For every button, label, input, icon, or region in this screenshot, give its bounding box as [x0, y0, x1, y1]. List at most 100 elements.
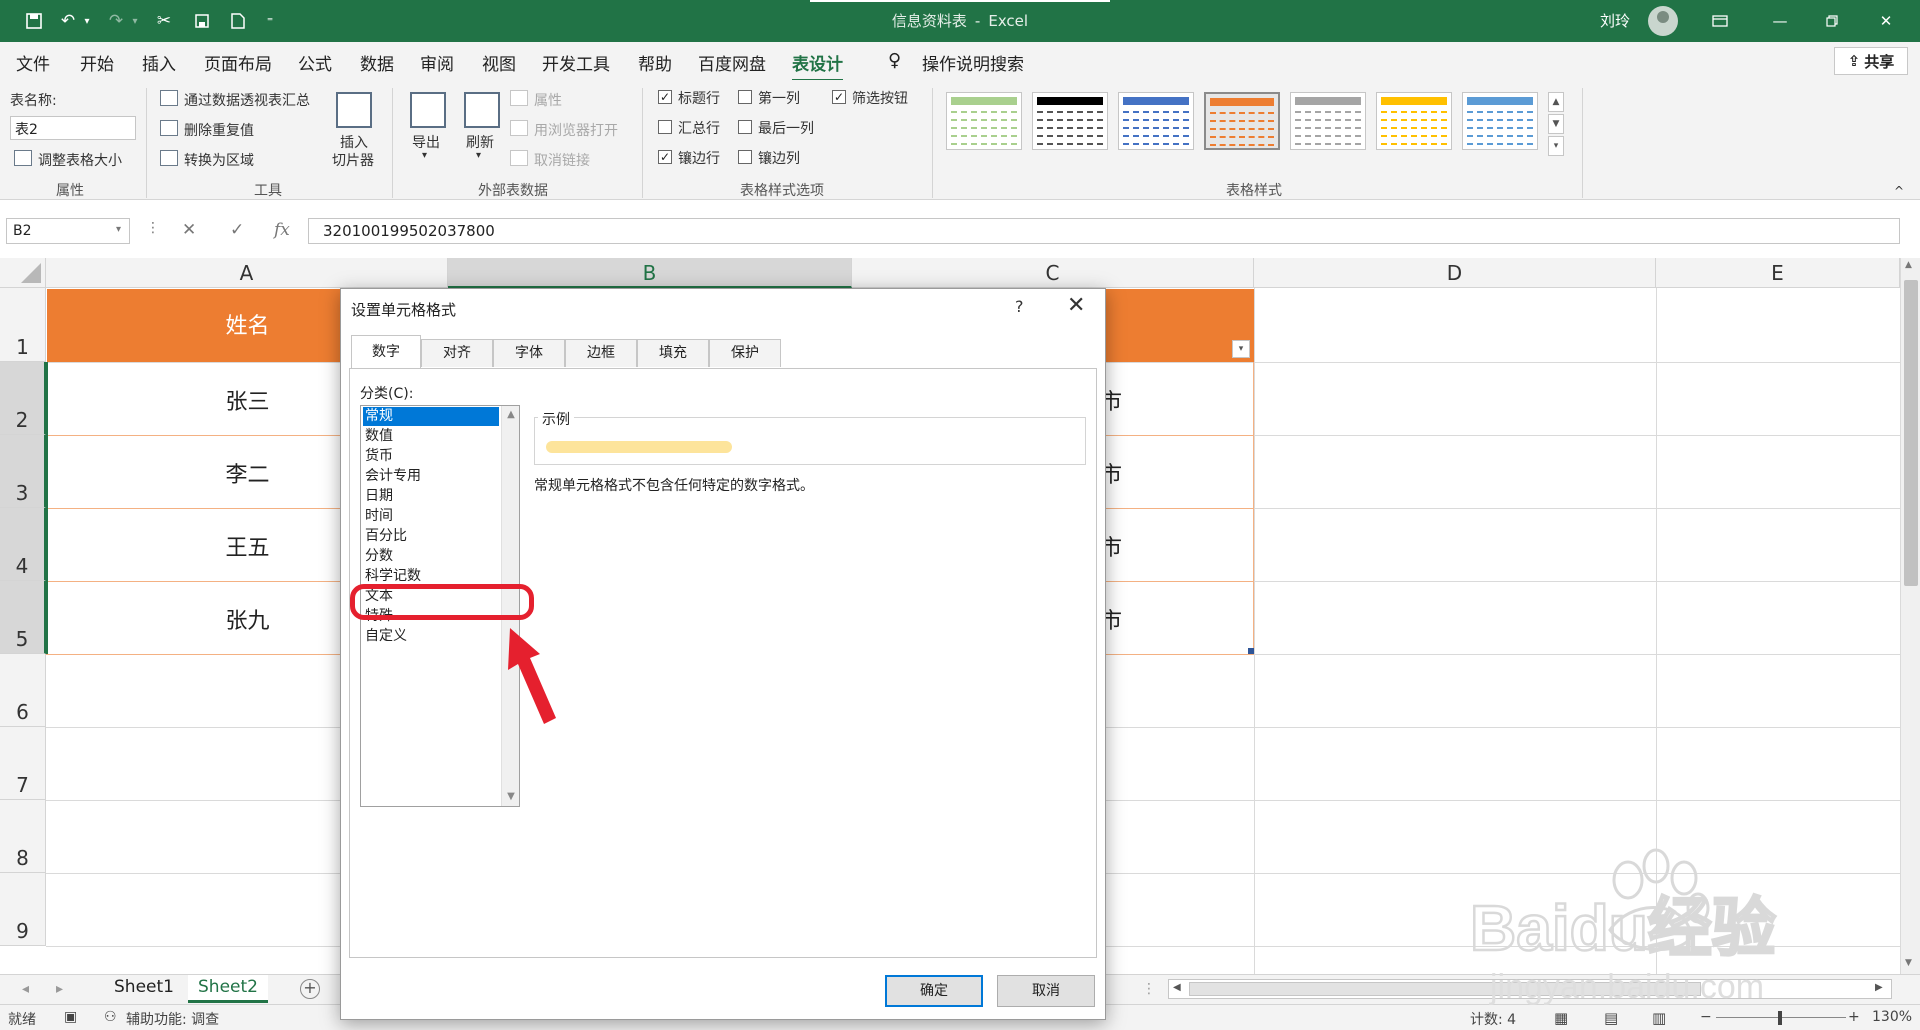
- category-general[interactable]: 常规: [363, 407, 499, 426]
- insert-function-icon[interactable]: fx: [274, 220, 290, 240]
- table-style-swatch[interactable]: [1290, 92, 1366, 150]
- tab-split-handle[interactable]: ⋮: [1142, 981, 1156, 997]
- zoom-out-icon[interactable]: −: [1700, 1009, 1712, 1025]
- tab-data[interactable]: 数据: [360, 50, 394, 75]
- formula-input[interactable]: 320100199502037800: [308, 218, 1900, 244]
- gallery-down-icon[interactable]: ▼: [1548, 114, 1564, 134]
- header-row-checkbox[interactable]: ✓: [658, 90, 672, 104]
- properties-button[interactable]: 属性: [534, 90, 562, 110]
- collapse-ribbon-icon[interactable]: ^: [1894, 184, 1904, 198]
- tell-me-search[interactable]: 操作说明搜索: [922, 50, 1024, 75]
- table-style-swatch[interactable]: [1118, 92, 1194, 150]
- sheet-next-icon[interactable]: ▸: [56, 981, 63, 997]
- tab-help[interactable]: 帮助: [638, 50, 672, 75]
- total-row-checkbox[interactable]: [658, 120, 672, 134]
- ok-button[interactable]: 确定: [885, 975, 983, 1007]
- list-scroll-up-icon[interactable]: ▲: [502, 406, 519, 424]
- convert-to-range-button[interactable]: 转换为区域: [184, 150, 254, 170]
- category-time[interactable]: 时间: [363, 507, 499, 526]
- share-button[interactable]: ⇪ 共享: [1834, 47, 1908, 75]
- row-header-1[interactable]: 1: [0, 288, 46, 362]
- add-sheet-icon[interactable]: +: [300, 979, 320, 999]
- row-header-2[interactable]: 2: [0, 362, 46, 435]
- table-style-swatch[interactable]: [1204, 92, 1280, 150]
- tab-file[interactable]: 文件: [16, 50, 50, 75]
- table-style-swatch[interactable]: [1376, 92, 1452, 150]
- refresh-button[interactable]: 刷新: [466, 132, 494, 152]
- tab-number[interactable]: 数字: [351, 335, 421, 369]
- tab-baidu-netdisk[interactable]: 百度网盘: [698, 50, 766, 75]
- tab-view[interactable]: 视图: [482, 50, 516, 75]
- table-name-input[interactable]: 表2: [10, 116, 136, 140]
- restore-icon[interactable]: [1812, 8, 1852, 34]
- tab-developer[interactable]: 开发工具: [542, 50, 610, 75]
- filter-button-checkbox[interactable]: ✓: [832, 90, 846, 104]
- scroll-left-icon[interactable]: ◀: [1173, 982, 1181, 993]
- sheet-tab-sheet2[interactable]: Sheet2: [188, 975, 268, 1003]
- close-window-icon[interactable]: ✕: [1866, 8, 1906, 34]
- insert-slicer-line1[interactable]: 插入: [340, 132, 368, 152]
- page-layout-view-icon[interactable]: ▤: [1604, 1009, 1618, 1027]
- page-break-view-icon[interactable]: ▥: [1652, 1009, 1666, 1027]
- resize-table-button[interactable]: 调整表格大小: [38, 150, 122, 170]
- zoom-in-icon[interactable]: +: [1848, 1009, 1860, 1025]
- enter-icon[interactable]: ✓: [230, 220, 244, 240]
- category-fraction[interactable]: 分数: [363, 547, 499, 566]
- banded-columns-checkbox[interactable]: [738, 150, 752, 164]
- avatar[interactable]: [1648, 6, 1678, 36]
- category-accounting[interactable]: 会计专用: [363, 467, 499, 486]
- category-custom[interactable]: 自定义: [363, 627, 499, 646]
- minimize-icon[interactable]: —: [1760, 8, 1800, 34]
- select-all-corner[interactable]: [0, 258, 46, 288]
- zoom-level[interactable]: 130%: [1872, 1009, 1912, 1025]
- user-name[interactable]: 刘玲: [1600, 10, 1630, 31]
- first-column-checkbox[interactable]: [738, 90, 752, 104]
- category-percentage[interactable]: 百分比: [363, 527, 499, 546]
- row-header-8[interactable]: 8: [0, 800, 46, 873]
- tab-table-design[interactable]: 表设计: [792, 50, 843, 82]
- insert-slicer-line2[interactable]: 切片器: [332, 150, 374, 170]
- table-resize-handle[interactable]: [1248, 648, 1254, 654]
- row-header-9[interactable]: 9: [0, 873, 46, 946]
- refresh-dropdown-icon[interactable]: ▾: [476, 150, 481, 161]
- tab-protection[interactable]: 保护: [709, 339, 781, 367]
- cancel-button[interactable]: 取消: [997, 975, 1095, 1007]
- column-header-c[interactable]: C: [852, 258, 1254, 288]
- cancel-icon[interactable]: ✕: [182, 220, 196, 240]
- name-box[interactable]: B2: [6, 218, 130, 244]
- gallery-more-icon[interactable]: ▾: [1548, 136, 1564, 156]
- row-header-5[interactable]: 5: [0, 581, 46, 654]
- tab-insert[interactable]: 插入: [142, 50, 176, 75]
- unlink-button[interactable]: 取消链接: [534, 150, 590, 170]
- column-header-d[interactable]: D: [1254, 258, 1656, 288]
- remove-duplicates-button[interactable]: 删除重复值: [184, 120, 254, 140]
- help-icon[interactable]: ?: [1015, 297, 1024, 316]
- column-header-a[interactable]: A: [46, 258, 448, 288]
- open-in-browser-button[interactable]: 用浏览器打开: [534, 120, 618, 140]
- tab-fill[interactable]: 填充: [637, 339, 709, 367]
- tab-font[interactable]: 字体: [493, 339, 565, 367]
- column-header-e[interactable]: E: [1656, 258, 1900, 288]
- name-box-dropdown-icon[interactable]: ▾: [116, 224, 121, 235]
- tab-border[interactable]: 边框: [565, 339, 637, 367]
- gallery-up-icon[interactable]: ▲: [1548, 92, 1564, 112]
- sheet-tab-sheet1[interactable]: Sheet1: [104, 975, 184, 1003]
- banded-rows-checkbox[interactable]: ✓: [658, 150, 672, 164]
- export-button[interactable]: 导出: [412, 132, 440, 152]
- tab-formulas[interactable]: 公式: [298, 50, 332, 75]
- zoom-slider-thumb[interactable]: [1778, 1011, 1782, 1025]
- accessibility-icon[interactable]: ⚇: [104, 1009, 117, 1025]
- summarize-pivot-button[interactable]: 通过数据透视表汇总: [184, 90, 310, 110]
- table-style-swatch[interactable]: [1032, 92, 1108, 150]
- category-number[interactable]: 数值: [363, 427, 499, 446]
- scroll-down-icon[interactable]: ▼: [1905, 958, 1912, 968]
- tab-review[interactable]: 审阅: [420, 50, 454, 75]
- export-dropdown-icon[interactable]: ▾: [422, 150, 427, 161]
- filter-dropdown-icon[interactable]: ▾: [1232, 340, 1250, 358]
- close-icon[interactable]: ✕: [1067, 293, 1085, 318]
- category-currency[interactable]: 货币: [363, 447, 499, 466]
- table-style-swatch[interactable]: [946, 92, 1022, 150]
- vertical-scroll-thumb[interactable]: [1904, 280, 1918, 586]
- row-header-4[interactable]: 4: [0, 508, 46, 581]
- tab-page-layout[interactable]: 页面布局: [204, 50, 272, 75]
